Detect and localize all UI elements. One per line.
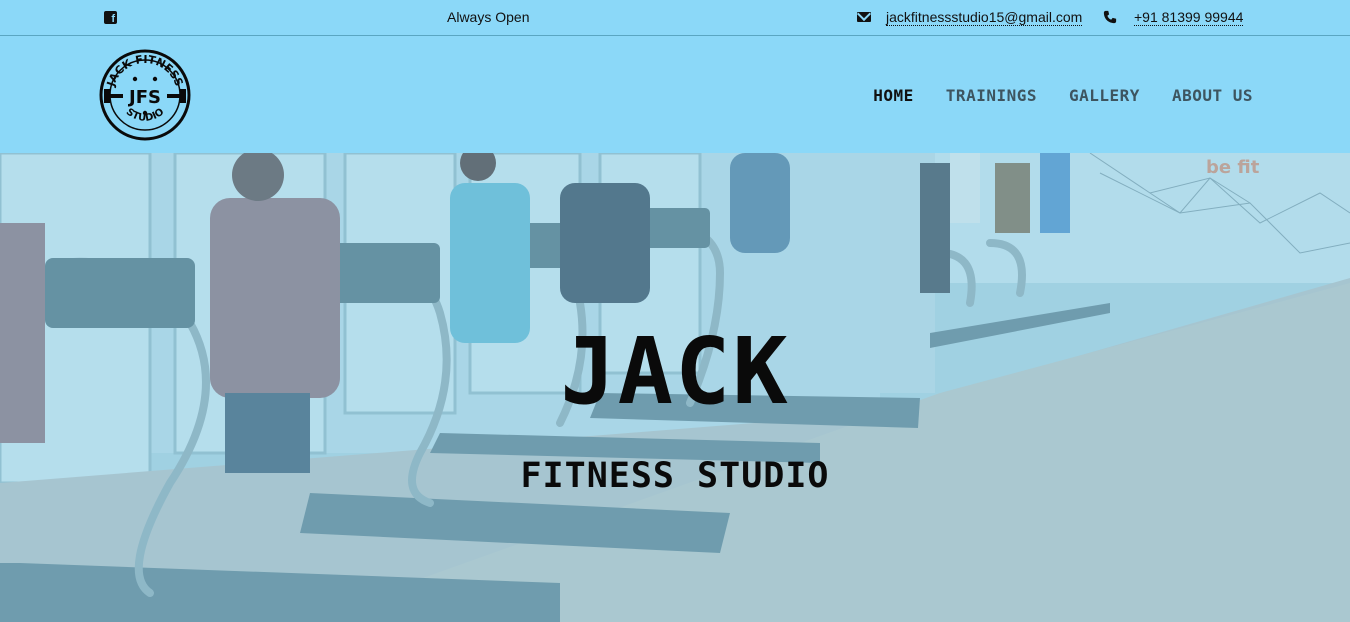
phone-icon <box>1103 10 1117 24</box>
hero-title: JACK <box>560 318 790 425</box>
hero-subtitle: FITNESS STUDIO <box>520 456 830 496</box>
nav-gallery[interactable]: GALLERY <box>1069 86 1140 105</box>
facebook-icon[interactable]: f <box>104 11 117 25</box>
envelope-icon <box>857 12 871 22</box>
phone-link[interactable]: +91 81399 99944 <box>1134 9 1244 26</box>
email-link[interactable]: jackfitnessstudio15@gmail.com <box>886 9 1083 26</box>
hero-section: be fit JACK FITNESS STUDIO <box>0 153 1350 622</box>
primary-nav: HOME TRAININGS GALLERY ABOUT US <box>873 86 1253 105</box>
top-bar: f Always Open jackfitnessstudio15@gmail.… <box>0 0 1350 36</box>
jfs-logo[interactable]: JACK FITNESS STUDIO JFS <box>99 49 191 141</box>
nav-trainings[interactable]: TRAININGS <box>946 86 1037 105</box>
main-navbar: JACK FITNESS STUDIO JFS HOME TRAININGS G… <box>0 36 1350 153</box>
nav-home[interactable]: HOME <box>873 86 914 105</box>
nav-about-us[interactable]: ABOUT US <box>1172 86 1253 105</box>
logo-monogram: JFS <box>127 87 161 108</box>
opening-hours: Always Open <box>447 9 530 25</box>
